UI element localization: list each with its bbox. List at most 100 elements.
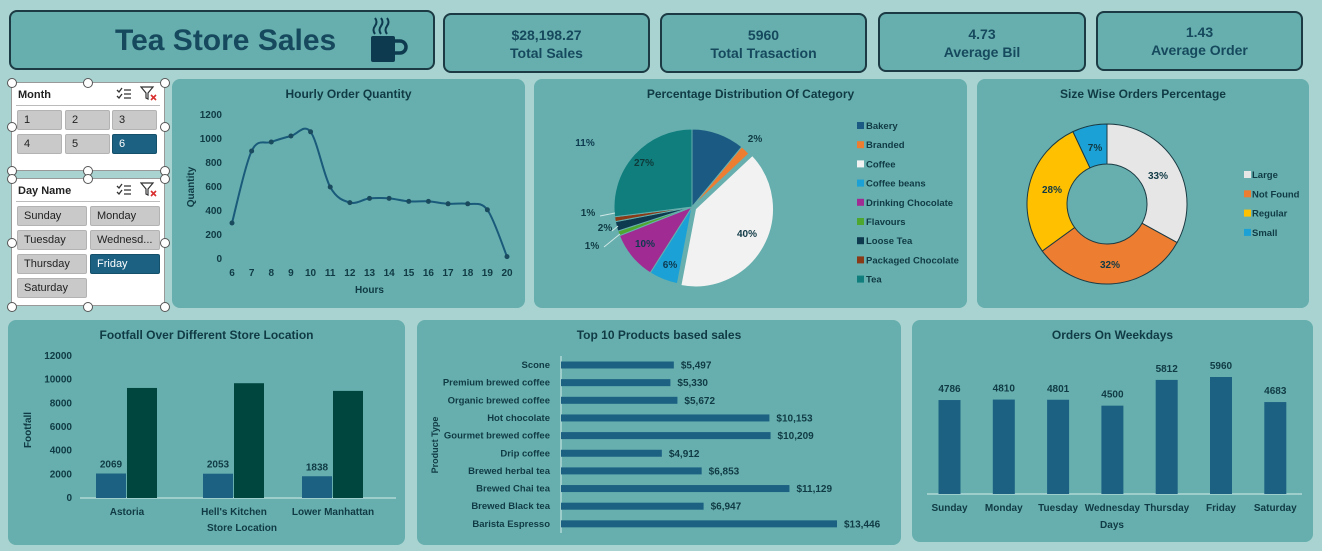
legend-swatch: [857, 256, 864, 264]
legend-swatch: [1244, 190, 1251, 198]
data-label: 40%: [737, 229, 757, 240]
slicer-item-sunday[interactable]: Sunday: [17, 206, 87, 226]
category-label: Brewed herbal tea: [468, 466, 551, 477]
resize-handle[interactable]: [160, 238, 170, 248]
slicer-item-month-6[interactable]: 6: [112, 134, 157, 154]
slicer-title: Day Name: [18, 185, 72, 197]
data-label: 33%: [1148, 171, 1168, 182]
resize-handle[interactable]: [83, 302, 93, 312]
y-tick-label: 0: [216, 254, 222, 265]
x-tick-label: 8: [269, 268, 275, 279]
bar: [561, 414, 770, 422]
slicer-item-tuesday[interactable]: Tuesday: [17, 230, 87, 250]
kpi-label: Total Sales: [510, 45, 583, 61]
resize-handle[interactable]: [7, 174, 17, 184]
leader-line: [603, 233, 621, 248]
legend-swatch: [857, 122, 864, 129]
slicer-item-month-2[interactable]: 2: [65, 110, 110, 130]
bar: [203, 473, 233, 498]
bar: [234, 383, 264, 498]
resize-handle[interactable]: [83, 174, 93, 184]
kpi-label: Total Trasaction: [710, 45, 817, 61]
slicer-item-month-3[interactable]: 3: [112, 110, 157, 130]
bar: [1101, 405, 1124, 494]
x-tick-label: Saturday: [1254, 503, 1297, 514]
x-tick-label: 13: [364, 268, 376, 279]
kpi-label: Average Order: [1151, 42, 1248, 58]
x-tick-label: 18: [462, 268, 474, 279]
bar: [561, 432, 771, 440]
clear-filter-icon[interactable]: [140, 86, 158, 102]
x-tick-label: 11: [325, 268, 336, 279]
data-label: 28%: [1042, 185, 1062, 196]
data-label: 2%: [748, 134, 763, 145]
y-axis-label: Footfall: [23, 412, 34, 448]
data-label: $6,853: [709, 466, 740, 477]
x-tick-label: 6: [229, 268, 235, 279]
bar: [561, 379, 671, 387]
multi-select-icon[interactable]: [116, 183, 132, 197]
bar: [561, 396, 678, 404]
resize-handle[interactable]: [160, 122, 170, 132]
month-slicer[interactable]: Month 1 2 3 4 5 6: [11, 82, 165, 171]
kpi-average-order: 1.43 Average Order: [1096, 11, 1303, 71]
resize-handle[interactable]: [7, 78, 17, 88]
y-tick-label: 1000: [200, 134, 223, 145]
kpi-value: $28,198.27: [511, 27, 582, 43]
bar: [1155, 379, 1178, 494]
resize-handle[interactable]: [83, 78, 93, 88]
legend-label: Large: [1252, 170, 1278, 181]
legend-label: Packaged Chocolate: [866, 255, 959, 266]
data-point: [229, 220, 235, 226]
data-label: 4786: [938, 384, 961, 395]
resize-handle[interactable]: [160, 302, 170, 312]
category-label: Brewed Chai tea: [476, 484, 551, 495]
bar: [561, 485, 790, 493]
data-label: 2%: [598, 223, 613, 234]
slicer-item-month-4[interactable]: 4: [17, 134, 62, 154]
slicer-title: Month: [18, 89, 51, 101]
resize-handle[interactable]: [160, 78, 170, 88]
category-label: Scone: [521, 360, 550, 371]
data-point: [308, 129, 314, 135]
category-label: Brewed Black tea: [471, 501, 550, 512]
x-tick-label: Thursday: [1144, 503, 1189, 514]
data-label: 10%: [635, 239, 655, 250]
category-label: Premium brewed coffee: [443, 378, 550, 389]
data-point: [465, 201, 471, 207]
slicer-item-wednesday[interactable]: Wednesd...: [90, 230, 160, 250]
data-point: [249, 148, 255, 154]
legend-swatch: [857, 275, 864, 283]
data-label: 32%: [1100, 260, 1120, 271]
slicer-item-friday[interactable]: Friday: [90, 254, 160, 274]
slicer-item-month-1[interactable]: 1: [17, 110, 62, 130]
legend-label: Coffee: [866, 159, 896, 170]
slicer-item-month-5[interactable]: 5: [65, 134, 110, 154]
data-point: [347, 200, 353, 206]
day-name-slicer[interactable]: Day Name Sunday Monday Tuesday Wednesd..…: [11, 178, 165, 306]
slicer-item-monday[interactable]: Monday: [90, 206, 160, 226]
hourly-orders-panel: Hourly Order Quantity 0 200 400 600 800 1000 1…: [172, 79, 525, 308]
resize-handle[interactable]: [7, 302, 17, 312]
clear-filter-icon[interactable]: [140, 182, 158, 198]
footfall-panel: Footfall Over Different Store Location 0…: [8, 320, 405, 545]
legend-swatch: [1244, 228, 1251, 236]
x-tick-label: 7: [249, 268, 255, 279]
data-label: 5960: [1210, 361, 1233, 372]
multi-select-icon[interactable]: [116, 87, 132, 101]
resize-handle[interactable]: [7, 238, 17, 248]
y-axis-label: Quantity: [186, 166, 197, 207]
legend-label: Loose Tea: [866, 236, 913, 247]
slicer-item-saturday[interactable]: Saturday: [17, 278, 87, 298]
kpi-average-bill: 4.73 Average Bil: [878, 12, 1086, 72]
data-label: 4810: [993, 384, 1016, 395]
legend-label: Flavours: [866, 217, 906, 228]
resize-handle[interactable]: [160, 174, 170, 184]
resize-handle[interactable]: [7, 122, 17, 132]
weekday-orders-panel: Orders On Weekdays 4786 Sunday 4810 Monday 4…: [912, 320, 1313, 542]
slicer-item-thursday[interactable]: Thursday: [17, 254, 87, 274]
x-tick-label: Hell's Kitchen: [201, 507, 267, 518]
data-point: [445, 201, 451, 207]
data-label: $5,497: [681, 361, 712, 372]
y-tick-label: 8000: [50, 398, 73, 409]
